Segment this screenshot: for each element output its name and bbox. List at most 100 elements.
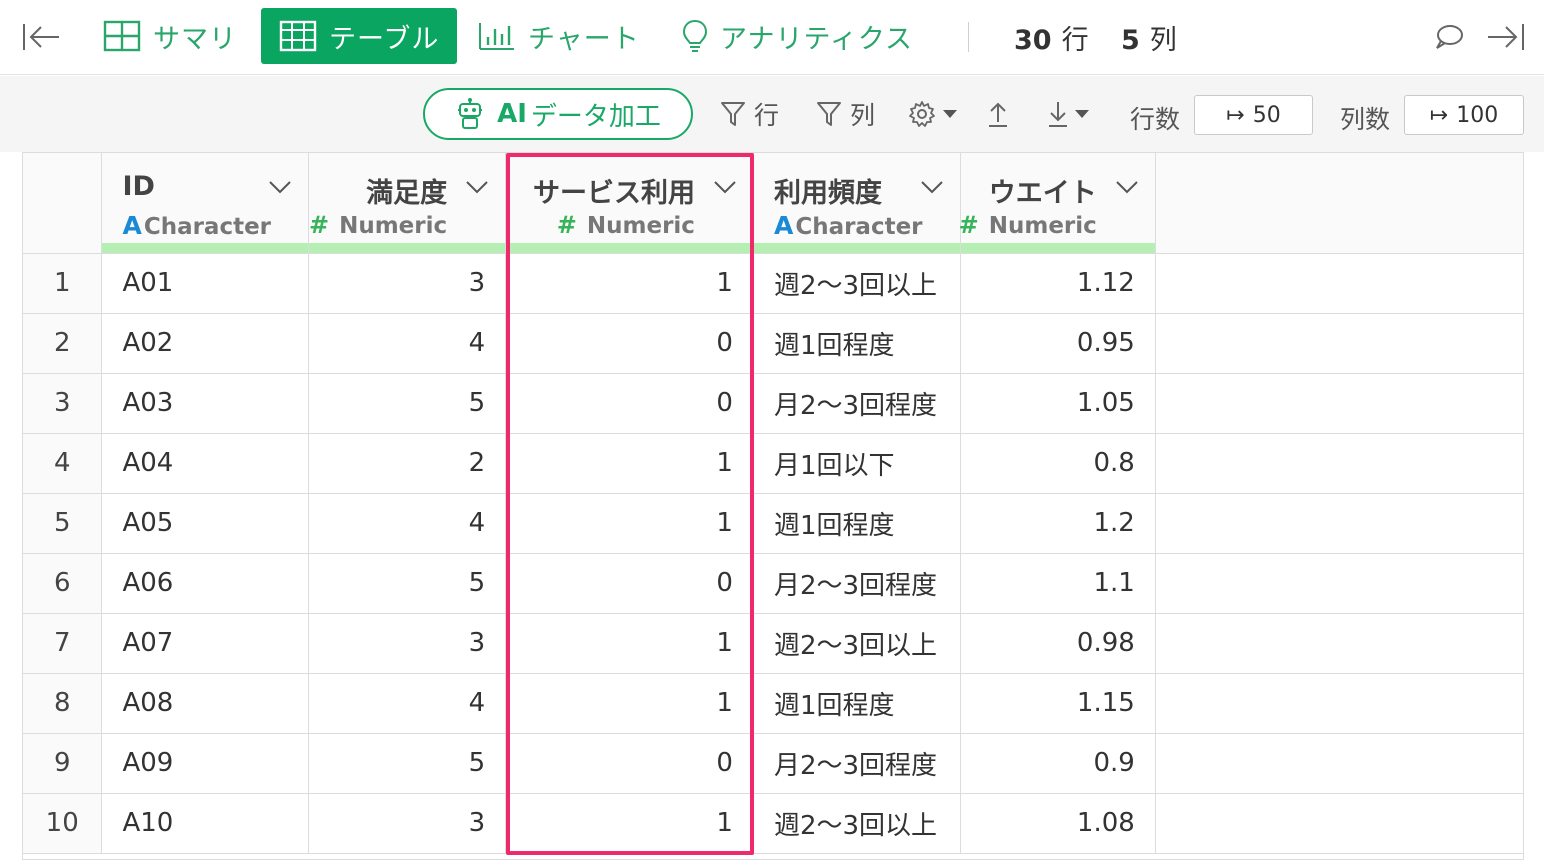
table-cell[interactable]: 0 [505,553,754,614]
table-cell[interactable]: 週1回程度 [753,313,961,374]
table-cell[interactable]: 1 [505,673,754,734]
chevron-down-icon[interactable] [268,179,292,198]
rows-limit-input[interactable]: ↦ 50 [1194,95,1313,135]
table-cell[interactable]: 週2〜3回以上 [753,613,961,674]
table-cell[interactable]: 1 [505,493,754,554]
settings-dropdown[interactable] [908,96,966,132]
table-row[interactable]: 5 A05 4 1 週1回程度 1.2 [23,493,1523,554]
table-cell[interactable]: A05 [101,493,310,554]
row-filter-label: 行 [754,101,780,130]
table-cell[interactable]: 0.9 [960,733,1156,794]
sort-descending-dropdown[interactable] [1046,96,1098,132]
table-cell[interactable]: 1.2 [960,493,1156,554]
table-cell[interactable]: 週2〜3回以上 [753,253,961,314]
ai-data-processing-button[interactable]: AI データ加工 [423,88,693,140]
table-cell[interactable]: 1 [505,433,754,494]
table-cell[interactable]: 1 [505,253,754,314]
table-cell[interactable]: 0.95 [960,313,1156,374]
table-cell[interactable]: 週2〜3回以上 [753,793,961,854]
numeric-type-icon: # [308,211,330,239]
table-cell[interactable]: 3 [308,613,507,674]
table-cell[interactable]: 3 [308,253,507,314]
table-cell[interactable]: 5 [308,553,507,614]
table-cell[interactable]: 1 [505,793,754,854]
table-cell[interactable]: 4 [308,673,507,734]
table-cell[interactable]: 5 [308,373,507,434]
table-cell[interactable]: A09 [101,733,310,794]
table-cell[interactable]: 1.1 [960,553,1156,614]
table-cell[interactable]: 月2〜3回程度 [753,553,961,614]
table-cell[interactable]: A06 [101,553,310,614]
row-filler [1155,613,1523,674]
table-cell[interactable]: 月2〜3回程度 [753,373,961,434]
table-row[interactable]: 6 A06 5 0 月2〜3回程度 1.1 [23,553,1523,614]
expand-right-icon[interactable] [1484,20,1528,54]
tab-analytics[interactable]: アナリティクス [664,8,931,64]
column-type: # Numeric [959,211,1097,239]
table-cell[interactable]: A03 [101,373,310,434]
column-header-satisfaction[interactable]: 満足度 # Numeric [308,153,507,254]
chevron-down-icon[interactable] [465,179,489,198]
table-cell[interactable]: A02 [101,313,310,374]
table-cell[interactable]: 1.15 [960,673,1156,734]
tab-chart[interactable]: チャート [460,8,658,64]
chevron-down-icon[interactable] [713,179,737,198]
table-cell[interactable]: 0 [505,373,754,434]
row-number: 3 [23,373,103,434]
top-tab-bar: サマリ テーブル チャート アナリティクス 30 行 5列 [0,0,1544,75]
table-cell[interactable]: 月1回以下 [753,433,961,494]
table-cell[interactable]: 3 [308,793,507,854]
table-row[interactable]: 4 A04 2 1 月1回以下 0.8 [23,433,1523,494]
sort-ascending-icon [989,102,1007,127]
table-cell[interactable]: 2 [308,433,507,494]
table-cell[interactable]: A04 [101,433,310,494]
sort-ascending-button[interactable] [986,96,1018,132]
table-cell[interactable]: 0.8 [960,433,1156,494]
columns-limit-input[interactable]: ↦ 100 [1404,95,1524,135]
table-row[interactable]: 2 A02 4 0 週1回程度 0.95 [23,313,1523,374]
table-cell[interactable]: A08 [101,673,310,734]
row-filler [1155,433,1523,494]
row-filter-button[interactable]: 行 [720,96,779,132]
column-type: # Numeric [309,211,447,239]
table-cell[interactable]: A01 [101,253,310,314]
table-row[interactable]: 9 A09 5 0 月2〜3回程度 0.9 [23,733,1523,794]
column-type-label: Character [143,214,272,240]
table-row[interactable]: 10 A10 3 1 週2〜3回以上 1.08 [23,793,1523,854]
table-row[interactable]: 7 A07 3 1 週2〜3回以上 0.98 [23,613,1523,674]
table-cell[interactable]: 0 [505,313,754,374]
table-cell[interactable]: 4 [308,493,507,554]
table-cell[interactable]: 週1回程度 [753,673,961,734]
comment-icon[interactable] [1432,20,1466,54]
column-header-weight[interactable]: ウエイト # Numeric [959,153,1156,254]
table-row[interactable]: 8 A08 4 1 週1回程度 1.15 [23,673,1523,734]
column-header-id[interactable]: ID A Character [101,153,310,254]
column-header-service-usage[interactable]: サービス利用 # Numeric [505,153,754,254]
table-cell[interactable]: 5 [308,733,507,794]
tab-summary[interactable]: サマリ [85,8,255,64]
table-row[interactable]: 1 A01 3 1 週2〜3回以上 1.12 [23,253,1523,314]
type-indicator-bar [753,242,960,253]
chevron-down-icon[interactable] [1115,179,1139,198]
table-cell[interactable]: 1.05 [960,373,1156,434]
table-row[interactable]: 3 A03 5 0 月2〜3回程度 1.05 [23,373,1523,434]
tab-table[interactable]: テーブル [261,8,458,64]
table-cell[interactable]: 1 [505,613,754,674]
table-cell[interactable]: 1.12 [960,253,1156,314]
table-cell[interactable]: 4 [308,313,507,374]
table-cell[interactable]: 週1回程度 [753,493,961,554]
collapse-left-icon[interactable] [20,20,62,54]
column-filter-button[interactable]: 列 [816,96,875,132]
column-type: A Character [122,211,271,240]
table-cell[interactable]: 0.98 [960,613,1156,674]
bar-chart-icon [478,21,516,51]
type-indicator-bar [309,242,506,253]
table-cell[interactable]: 0 [505,733,754,794]
table-cell[interactable]: A10 [101,793,310,854]
chevron-down-icon[interactable] [920,179,944,198]
row-number: 2 [23,313,103,374]
table-cell[interactable]: 月2〜3回程度 [753,733,961,794]
column-header-usage-frequency[interactable]: 利用頻度 A Character [753,153,961,254]
table-cell[interactable]: 1.08 [960,793,1156,854]
table-cell[interactable]: A07 [101,613,310,674]
